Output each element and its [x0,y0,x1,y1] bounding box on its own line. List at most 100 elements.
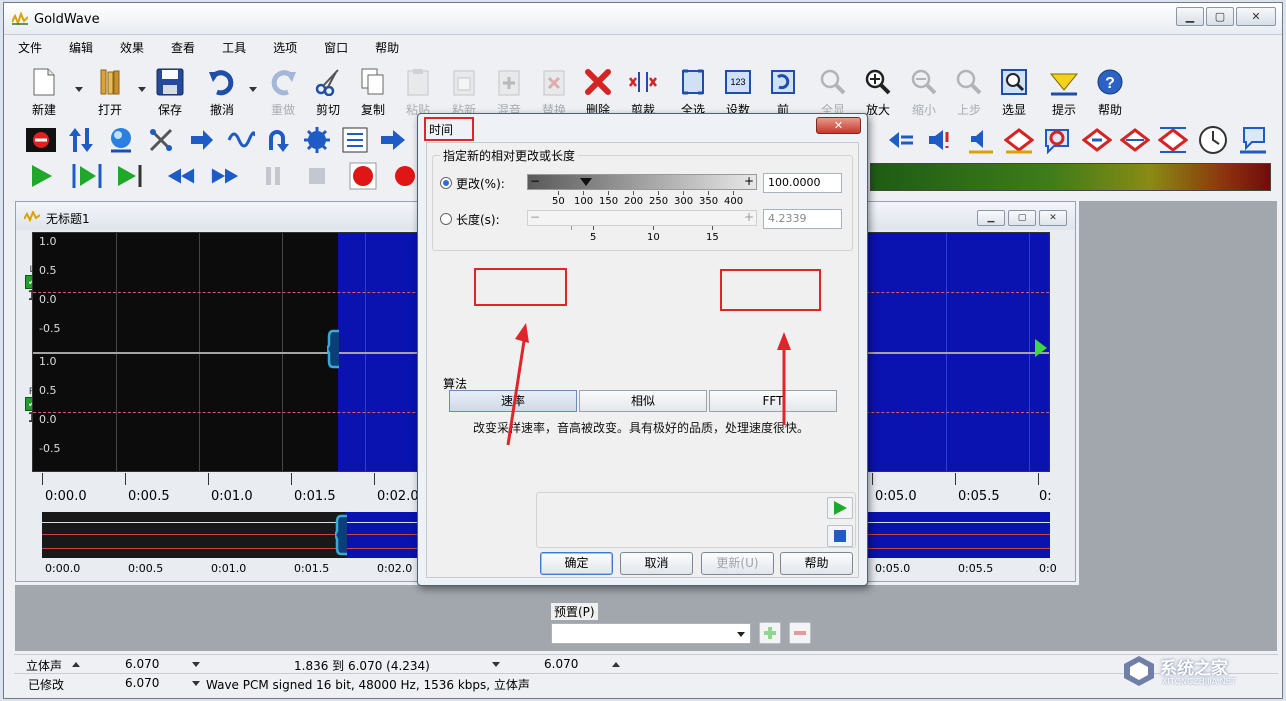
dialog-close-button[interactable]: ✕ [816,117,861,134]
slider-thumb[interactable] [580,178,592,186]
document-minimize-button[interactable]: ▁ [977,210,1005,226]
chevron-down-icon[interactable] [192,662,200,667]
chevron-down-icon[interactable] [75,87,83,92]
stop-sign-effect-icon[interactable] [26,125,56,155]
orb-effect-icon[interactable] [106,125,136,155]
maximize-button[interactable]: ▢ [1206,7,1234,26]
menu-window[interactable]: 窗口 [324,37,348,59]
algorithm-fft-button[interactable]: FFT [709,390,837,412]
stop-icon[interactable] [302,161,332,191]
toolbar-redo-button[interactable]: 重做 [261,63,305,119]
selection-start-marker-icon[interactable] [327,329,341,369]
add-preset-button[interactable] [759,622,781,644]
slider-decrease-icon[interactable]: − [528,210,542,226]
menu-help[interactable]: 帮助 [375,37,399,59]
speech-bubble-effect-icon[interactable] [1238,125,1268,155]
slider-increase-icon[interactable]: + [742,210,756,226]
slider-decrease-icon[interactable]: − [528,174,542,190]
toolbar-previous-button[interactable]: 前 [761,63,805,119]
diamond-effect-icon-2[interactable] [1120,125,1150,155]
menu-view[interactable]: 查看 [171,37,195,59]
toolbar-replace-button[interactable]: 替换 [532,63,576,119]
chevron-down-icon[interactable] [737,632,745,637]
speaker-fade-effect-icon[interactable] [966,125,996,155]
change-percent-input[interactable]: 100.0000 [763,173,842,193]
chevron-down-icon[interactable] [492,662,500,667]
wave-effect-icon[interactable] [226,125,256,155]
chevron-up-icon[interactable] [72,662,80,667]
document-maximize-button[interactable]: ▢ [1008,210,1036,226]
toolbar-copy-button[interactable]: 复制 [351,63,395,119]
close-button[interactable]: ✕ [1236,7,1276,26]
algorithm-similar-button[interactable]: 相似 [579,390,707,412]
chevron-down-icon[interactable] [138,87,146,92]
toolbar-undo-button[interactable]: 撤消 [200,63,244,119]
arrow-left-effect-icon[interactable] [886,125,916,155]
record-icon[interactable] [348,161,378,191]
toolbar-zoom-all-button[interactable]: 全显 [811,63,855,119]
overview-start-marker-icon[interactable] [335,514,349,556]
cancel-button[interactable]: 取消 [620,552,693,575]
chevron-down-icon[interactable] [192,681,200,686]
document-close-button[interactable]: ✕ [1039,210,1067,226]
play-to-end-icon[interactable] [116,161,146,191]
toolbar-trim-button[interactable]: 剪裁 [621,63,665,119]
speaker-loud-effect-icon[interactable] [926,125,956,155]
toolbar-help-button[interactable]: ? 帮助 [1088,63,1132,119]
ok-button[interactable]: 确定 [540,552,613,575]
toolbar-new-button[interactable]: 新建 [22,63,66,119]
no-speech-effect-icon[interactable] [1042,125,1072,155]
change-percent-radio[interactable] [440,177,452,189]
chevron-down-icon[interactable] [249,87,257,92]
loop-back-effect-icon[interactable] [262,125,292,155]
selection-end-marker-icon[interactable] [1035,333,1049,363]
toolbar-paste-new-button[interactable]: 粘新 [442,63,486,119]
menu-options[interactable]: 选项 [273,37,297,59]
toolbar-paste-button[interactable]: 粘贴 [396,63,440,119]
menu-file[interactable]: 文件 [18,37,42,59]
cross-effect-icon[interactable] [146,125,176,155]
toolbar-zoom-selection-button[interactable]: 选显 [992,63,1036,119]
toolbar-set-value-button[interactable]: 123 设数 [716,63,760,119]
toolbar-cue-button[interactable]: 提示 [1042,63,1086,119]
toolbar-mix-button[interactable]: 混音 [487,63,531,119]
change-percent-slider[interactable]: − + [527,174,757,190]
arrow-right-effect-icon[interactable] [186,125,216,155]
toolbar-open-button[interactable]: 打开 [88,63,132,119]
diamond-red-effect-icon[interactable] [1004,125,1034,155]
slider-increase-icon[interactable]: + [742,174,756,190]
status-channel[interactable]: 立体声 [26,657,62,674]
toolbar-delete-button[interactable]: 删除 [576,63,620,119]
toolbar-cut-button[interactable]: 剪切 [306,63,350,119]
length-slider[interactable]: − + [527,210,757,226]
menu-edit[interactable]: 编辑 [69,37,93,59]
play-selection-icon[interactable] [72,161,102,191]
chevron-up-icon[interactable] [612,662,620,667]
play-icon[interactable] [26,161,56,191]
arrows-in-effect-icon[interactable] [378,125,408,155]
equalizer-effect-icon[interactable] [340,125,370,155]
help-button[interactable]: 帮助 [780,552,853,575]
menu-tools[interactable]: 工具 [222,37,246,59]
diamond-effect-icon-3[interactable] [1158,125,1188,155]
pause-icon[interactable] [258,161,288,191]
fast-forward-icon[interactable] [210,161,240,191]
diamond-effect-icon-1[interactable] [1082,125,1112,155]
record-selection-icon[interactable] [390,161,420,191]
toolbar-zoom-out-button[interactable]: 缩小 [902,63,946,119]
preset-combo[interactable] [551,623,751,644]
gear-effect-icon[interactable] [302,125,332,155]
minimize-button[interactable]: ▁ [1176,7,1204,26]
length-input[interactable]: 4.2339 [763,209,842,229]
length-radio[interactable] [440,213,452,225]
updown-arrows-effect-icon[interactable] [66,125,96,155]
toolbar-zoom-previous-button[interactable]: 上步 [947,63,991,119]
update-button[interactable]: 更新(U) [701,552,774,575]
remove-preset-button[interactable] [789,622,811,644]
toolbar-zoom-in-button[interactable]: 放大 [856,63,900,119]
rewind-icon[interactable] [166,161,196,191]
clock-effect-icon[interactable] [1198,125,1228,155]
menu-effects[interactable]: 效果 [120,37,144,59]
toolbar-save-button[interactable]: 保存 [148,63,192,119]
toolbar-select-all-button[interactable]: 全选 [671,63,715,119]
